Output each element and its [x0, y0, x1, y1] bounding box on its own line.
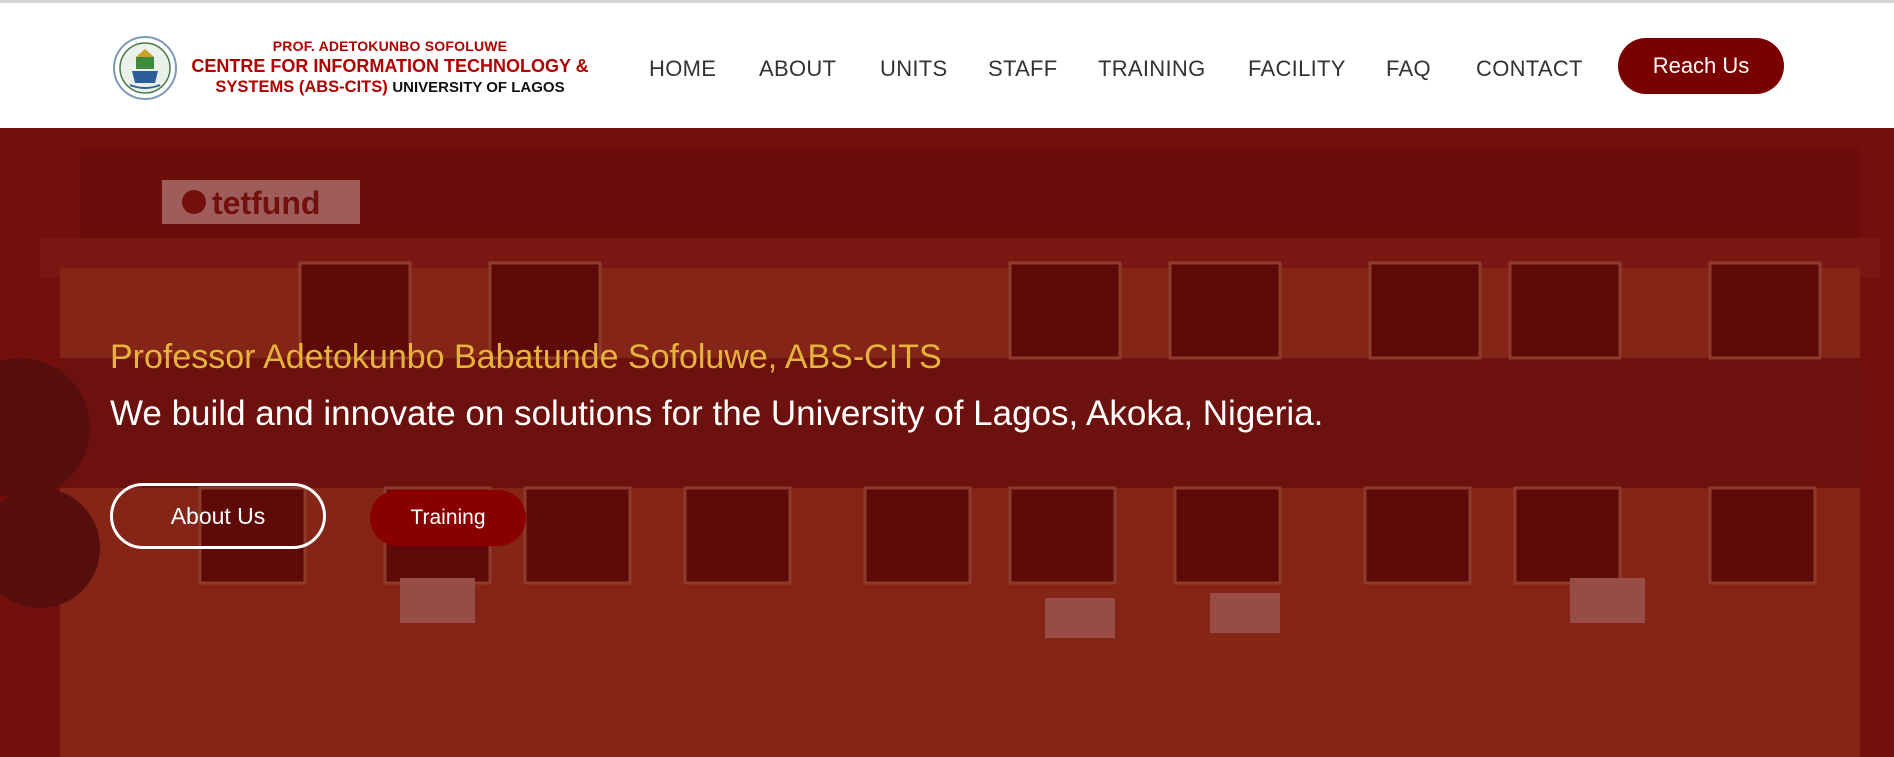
- nav-faq[interactable]: FAQ: [1386, 49, 1431, 89]
- university-seal-icon: [113, 36, 177, 100]
- logo-line-3-red: SYSTEMS (ABS-CITS): [215, 78, 388, 96]
- hero-tagline: Professor Adetokunbo Babatunde Sofoluwe,…: [110, 338, 942, 376]
- about-us-button[interactable]: About Us: [110, 483, 326, 549]
- hero-overlay: [0, 128, 1894, 757]
- nav-facility[interactable]: FACILITY: [1248, 49, 1346, 89]
- hero-section: tetfund: [0, 128, 1894, 757]
- logo-line-1: PROF. ADETOKUNBO SOFOLUWE: [272, 38, 508, 54]
- site-logo[interactable]: PROF. ADETOKUNBO SOFOLUWE CENTRE FOR INF…: [112, 33, 602, 103]
- reach-us-button[interactable]: Reach Us: [1618, 38, 1784, 94]
- site-header: PROF. ADETOKUNBO SOFOLUWE CENTRE FOR INF…: [0, 3, 1894, 128]
- nav-home[interactable]: HOME: [649, 49, 716, 89]
- nav-contact[interactable]: CONTACT: [1476, 49, 1583, 89]
- nav-units[interactable]: UNITS: [880, 49, 948, 89]
- hero-headline: We build and innovate on solutions for t…: [110, 394, 1324, 433]
- logo-text: PROF. ADETOKUNBO SOFOLUWE CENTRE FOR INF…: [178, 37, 602, 98]
- logo-line-3: SYSTEMS (ABS-CITS) UNIVERSITY OF LAGOS: [178, 77, 602, 98]
- nav-about[interactable]: ABOUT: [759, 49, 836, 89]
- training-button[interactable]: Training: [370, 490, 526, 546]
- logo-line-2: CENTRE FOR INFORMATION TECHNOLOGY &: [191, 56, 589, 76]
- nav-training[interactable]: TRAINING: [1098, 49, 1206, 89]
- nav-staff[interactable]: STAFF: [988, 49, 1058, 89]
- logo-line-3-black: UNIVERSITY OF LAGOS: [392, 79, 565, 96]
